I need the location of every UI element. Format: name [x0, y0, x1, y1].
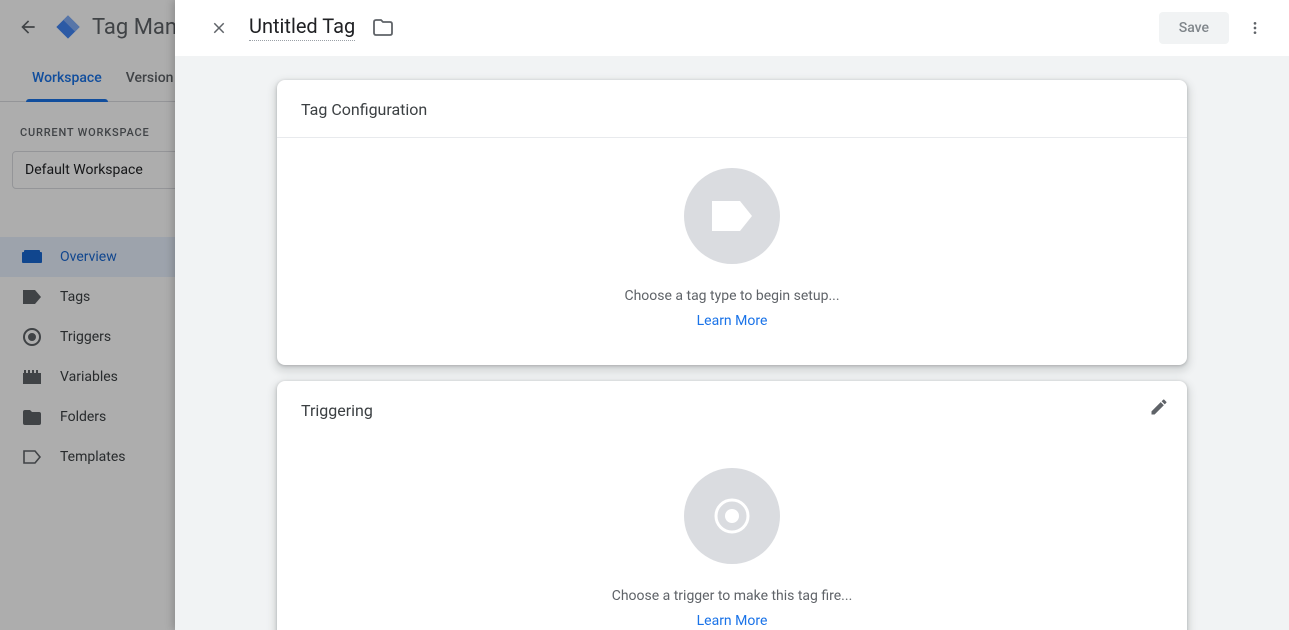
close-button[interactable] — [201, 10, 237, 46]
learn-more-link[interactable]: Learn More — [697, 313, 768, 329]
triggering-card[interactable]: Triggering Choose a trigger to make this… — [277, 381, 1187, 630]
card-message: Choose a trigger to make this tag fire..… — [301, 588, 1163, 604]
trigger-placeholder-icon — [684, 468, 780, 564]
card-heading: Tag Configuration — [277, 80, 1187, 138]
learn-more-link[interactable]: Learn More — [697, 613, 768, 629]
tag-editor-panel: Untitled Tag Save Tag Configuration Choo… — [175, 0, 1289, 630]
save-button[interactable]: Save — [1159, 12, 1229, 44]
edit-trigger-button[interactable] — [1149, 397, 1169, 417]
more-options-button[interactable] — [1237, 10, 1273, 46]
tag-configuration-card[interactable]: Tag Configuration Choose a tag type to b… — [277, 80, 1187, 365]
folder-button[interactable] — [367, 12, 399, 44]
tag-title-input[interactable]: Untitled Tag — [249, 14, 355, 41]
tag-placeholder-icon — [684, 168, 780, 264]
card-heading: Triggering — [277, 381, 1187, 438]
card-message: Choose a tag type to begin setup... — [301, 288, 1163, 304]
